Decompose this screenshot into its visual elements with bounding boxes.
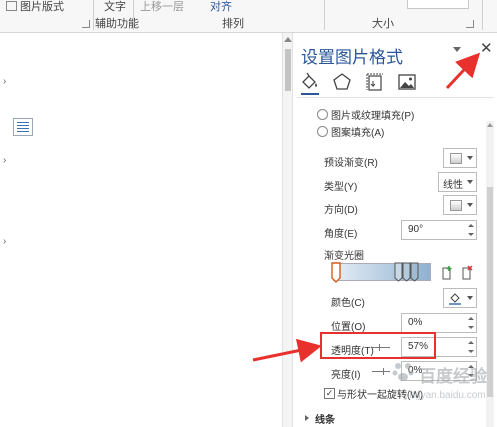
fill-bucket-icon[interactable] [299,71,321,93]
transparency-slider[interactable] [372,347,390,348]
direction-label: 方向(D) [324,205,358,216]
transparency-label: 透明度(T) [331,346,374,357]
pane-title: 设置图片格式 [301,48,403,67]
dialog-launcher-icon[interactable] [466,20,474,28]
transparency-spinner[interactable]: 57% [401,337,477,357]
size-group-label: 大小 [372,18,394,30]
align-button[interactable]: 对齐 [210,0,232,14]
size-input[interactable] [407,0,469,9]
picture-fill-label: 图片或纹理填充(P) [331,111,415,122]
picture-fill-radio[interactable] [317,109,328,120]
gradient-type-value: 线性 [443,180,463,191]
watermark: 百度经验 jingyan.baidu.com [391,360,495,412]
paw-logo-icon [392,363,414,381]
color-picker-button[interactable] [443,288,477,308]
document-canvas[interactable]: › › › [0,33,282,427]
gradient-type-label: 类型(Y) [324,182,358,193]
transparency-value: 57% [408,341,429,352]
line-section-header[interactable]: 线条 [315,411,335,426]
position-value: 0% [408,317,423,328]
bring-forward-button[interactable]: 上移一层 [140,0,184,14]
expand-arrow-icon[interactable] [305,415,309,421]
position-spinner[interactable]: 0% [401,313,477,333]
gradient-type-select[interactable]: 线性 [438,172,477,192]
brightness-label: 亮度(I) [331,370,361,381]
picture-layout-button[interactable]: 图片版式 [20,0,64,14]
resize-handle[interactable]: › [3,155,6,166]
angle-value: 90° [408,224,424,235]
angle-label: 角度(E) [324,229,358,240]
picture-icon[interactable] [396,71,418,93]
ribbon-separator [324,0,325,30]
ribbon: 图片版式 文字 辅助功能 上移一层 对齐 排列 大小 [0,0,497,33]
fill-bucket-icon [449,293,461,305]
active-tab-indicator [301,93,319,95]
arrange-group-label: 排列 [222,18,244,30]
slider-thumb[interactable] [379,344,380,351]
watermark-text: 百度经验 [419,367,487,386]
pane-options-dropdown-icon[interactable] [453,47,461,52]
ribbon-separator [133,0,134,30]
brightness-slider[interactable] [372,371,390,372]
preset-gradient-dropdown[interactable] [443,148,477,168]
text-button[interactable]: 文字 [104,0,126,14]
angle-spinner[interactable]: 90° [401,220,477,240]
dialog-launcher-icon[interactable] [82,20,90,28]
wrap-text-icon[interactable] [6,1,17,11]
resize-handle[interactable]: › [3,76,6,87]
pattern-fill-radio[interactable] [317,126,328,137]
remove-gradient-stop-icon[interactable] [460,265,474,281]
gradient-stop-markers[interactable] [329,261,433,285]
ribbon-separator [482,0,483,30]
pattern-fill-label: 图案填充(A) [331,128,385,139]
rotate-with-shape-checkbox[interactable]: ✓ [324,388,335,399]
position-label: 位置(O) [331,322,366,333]
pentagon-icon[interactable] [331,71,353,93]
color-label: 颜色(C) [331,298,365,309]
add-gradient-stop-icon[interactable] [440,265,454,281]
gradient-stops-label: 渐变光圈 [324,251,364,262]
layout-options-icon[interactable] [13,118,33,136]
ribbon-separator [93,0,94,30]
pane-divider [297,97,494,98]
slider-thumb[interactable] [383,368,384,375]
size-layout-icon[interactable] [364,71,386,93]
preset-gradient-label: 预设渐变(R) [324,158,378,169]
direction-dropdown[interactable] [443,195,477,215]
resize-handle[interactable]: › [3,236,6,247]
watermark-url: jingyan.baidu.com [405,390,486,401]
close-icon[interactable]: ✕ [480,39,493,57]
